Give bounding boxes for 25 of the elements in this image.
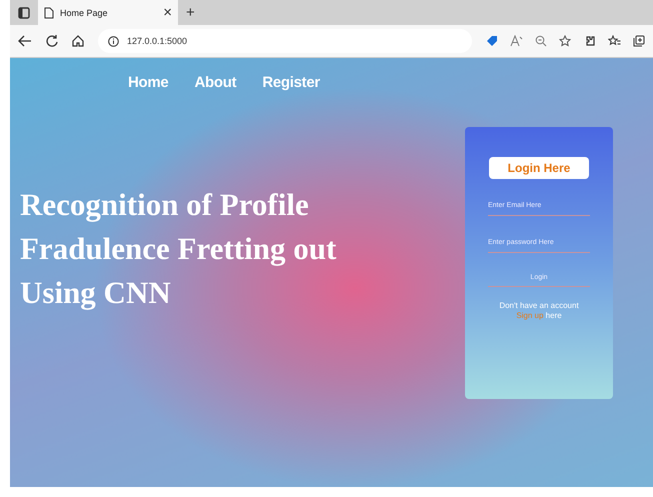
url-text: 127.0.0.1:5000 xyxy=(127,36,188,46)
browser-tab[interactable]: Home Page × xyxy=(38,0,178,25)
collections-icon[interactable] xyxy=(633,35,645,47)
read-aloud-icon[interactable] xyxy=(510,35,523,47)
info-icon xyxy=(108,36,119,46)
tab-actions-icon[interactable] xyxy=(18,6,30,18)
back-icon[interactable] xyxy=(18,35,32,47)
account-prompt: Don't have an account xyxy=(499,301,579,310)
favorite-add-icon[interactable] xyxy=(559,35,572,47)
tag-icon[interactable] xyxy=(486,35,498,47)
nav-link[interactable]: Register xyxy=(262,74,320,91)
home-icon[interactable] xyxy=(72,35,84,47)
signup-line: Sign up here xyxy=(516,311,562,320)
zoom-icon[interactable] xyxy=(535,35,547,47)
close-tab-button[interactable]: × xyxy=(163,5,172,20)
page-icon xyxy=(44,6,54,18)
nav-link[interactable]: Home xyxy=(128,74,168,91)
address-bar[interactable]: 127.0.0.1:5000 xyxy=(98,29,472,53)
favorites-icon[interactable] xyxy=(608,35,621,47)
login-heading-button[interactable]: Login Here xyxy=(489,157,589,179)
hero-title: Recognition of Profile Fradulence Fretting out Using CNN xyxy=(20,186,336,312)
tab-title: Home Page xyxy=(60,8,109,18)
nav-link[interactable]: About xyxy=(194,74,236,91)
refresh-icon[interactable] xyxy=(46,35,58,47)
new-tab-button[interactable]: + xyxy=(186,5,195,20)
